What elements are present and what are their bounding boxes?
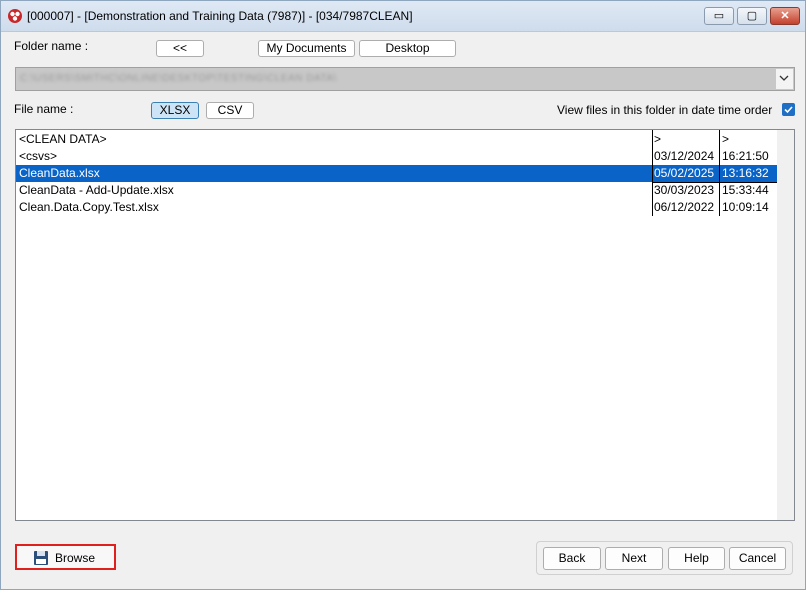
file-name-cell: <csvs> <box>19 149 58 163</box>
file-time-cell: 13:16:32 <box>722 166 769 180</box>
file-time-cell: > <box>722 132 730 146</box>
next-button[interactable]: Next <box>605 547 663 570</box>
browse-label: Browse <box>55 551 96 565</box>
parent-folder-button[interactable]: << <box>156 40 204 57</box>
file-name-label: File name : <box>14 102 74 116</box>
checkmark-icon <box>784 106 793 114</box>
file-list[interactable]: <CLEAN DATA> > > <csvs> 03/12/2024 16:21:50 Cl… <box>15 129 795 521</box>
file-time-cell: 16:21:50 <box>722 149 769 163</box>
desktop-button[interactable]: Desktop <box>359 40 456 57</box>
xlsx-filter-button[interactable]: XLSX <box>151 102 199 119</box>
help-button[interactable]: Help <box>668 547 725 570</box>
minimize-icon: ▭ <box>713 10 725 22</box>
folder-path-combo[interactable]: C:\USERS\SMITHC\ONLINE\DESKTOP\TESTING\C… <box>15 67 795 91</box>
window-title: [000007] - [Demonstration and Training D… <box>27 9 413 23</box>
file-time-cell: 15:33:44 <box>722 183 769 197</box>
back-button[interactable]: Back <box>543 547 601 570</box>
file-time-cell: 10:09:14 <box>722 200 769 214</box>
file-name-cell: CleanData - Add-Update.xlsx <box>19 183 174 197</box>
browse-button[interactable]: Browse <box>15 544 116 570</box>
my-documents-button[interactable]: My Documents <box>258 40 355 57</box>
chevron-down-icon <box>779 75 789 81</box>
file-date-cell: > <box>654 132 662 146</box>
minimize-button[interactable]: ▭ <box>704 7 734 25</box>
file-row[interactable]: CleanData.xlsx 05/02/2025 13:16:32 <box>16 165 778 182</box>
vertical-scrollbar[interactable] <box>777 130 794 520</box>
maximize-button[interactable]: ▢ <box>737 7 767 25</box>
csv-filter-button[interactable]: CSV <box>206 102 254 119</box>
file-date-cell: 05/02/2025 <box>654 166 715 180</box>
file-row[interactable]: CleanData - Add-Update.xlsx 30/03/2023 15:… <box>16 182 778 199</box>
date-column-divider <box>652 130 653 216</box>
folder-path-text: C:\USERS\SMITHC\ONLINE\DESKTOP\TESTING\C… <box>20 73 337 84</box>
file-row[interactable]: <csvs> 03/12/2024 16:21:50 <box>16 148 778 165</box>
date-order-label: View files in this folder in date time o… <box>557 103 773 117</box>
file-row[interactable]: Clean.Data.Copy.Test.xlsx 06/12/2022 10:09… <box>16 199 778 216</box>
cancel-button[interactable]: Cancel <box>729 547 786 570</box>
time-column-divider <box>719 130 720 216</box>
floppy-disk-icon <box>34 551 48 565</box>
file-date-cell: 06/12/2022 <box>654 200 715 214</box>
folder-name-label: Folder name : <box>14 39 89 53</box>
close-button[interactable]: ✕ <box>770 7 800 25</box>
file-row[interactable]: <CLEAN DATA> > > <box>16 131 778 148</box>
file-name-cell: CleanData.xlsx <box>19 166 100 180</box>
close-icon: ✕ <box>780 10 790 22</box>
app-logo-icon <box>8 9 22 23</box>
maximize-icon: ▢ <box>746 10 758 22</box>
file-name-cell: <CLEAN DATA> <box>19 132 107 146</box>
wizard-navigation: Back Next Help Cancel <box>536 541 793 575</box>
title-bar[interactable]: [000007] - [Demonstration and Training D… <box>1 1 805 32</box>
file-date-cell: 03/12/2024 <box>654 149 715 163</box>
file-date-cell: 30/03/2023 <box>654 183 715 197</box>
combo-dropdown-button[interactable] <box>775 69 793 89</box>
file-name-cell: Clean.Data.Copy.Test.xlsx <box>19 200 159 214</box>
file-dialog-window: [000007] - [Demonstration and Training D… <box>0 0 806 590</box>
date-order-checkbox[interactable] <box>782 103 795 116</box>
